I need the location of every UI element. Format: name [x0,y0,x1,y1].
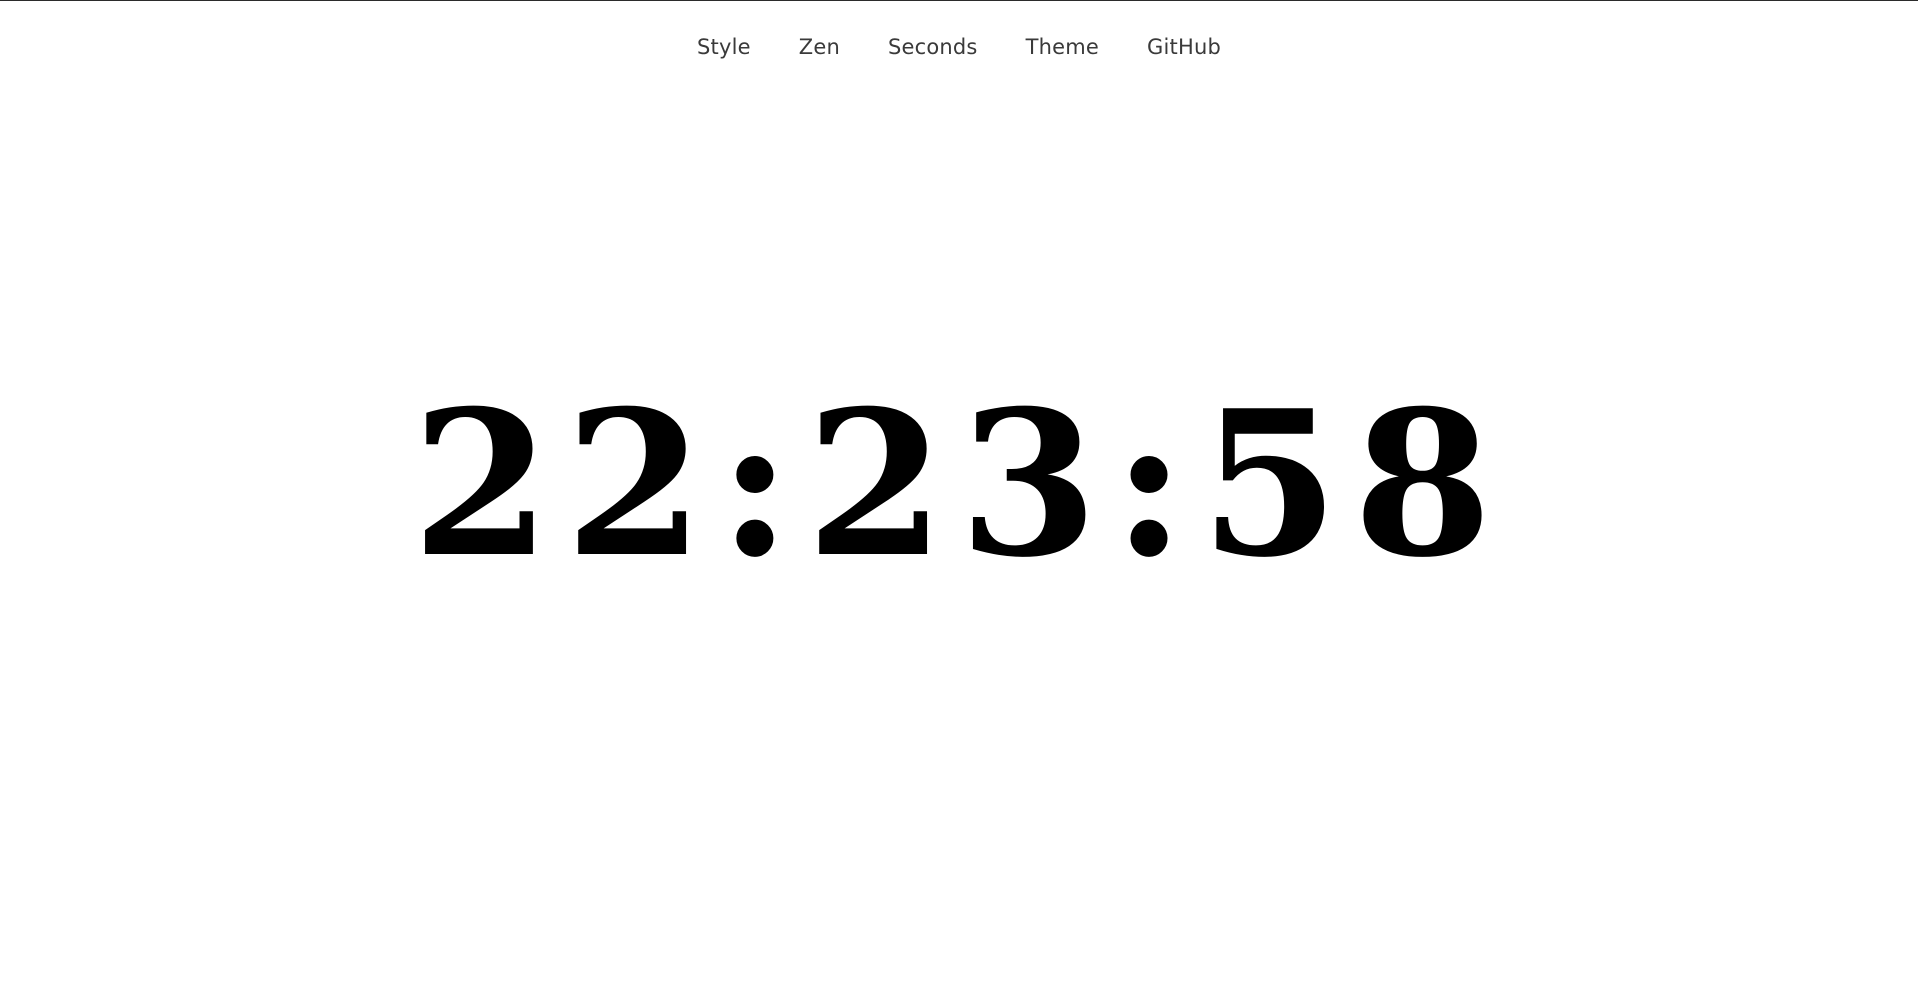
nav-seconds-button[interactable]: Seconds [888,35,978,59]
clock-time: 22:23:58 [411,367,1507,602]
nav-zen-button[interactable]: Zen [799,35,840,59]
nav-github-link[interactable]: GitHub [1147,35,1221,59]
clock-display: 22:23:58 [0,365,1918,605]
top-border [0,0,1918,1]
top-nav: Style Zen Seconds Theme GitHub [0,30,1918,64]
nav-theme-button[interactable]: Theme [1026,35,1099,59]
nav-style-button[interactable]: Style [697,35,751,59]
